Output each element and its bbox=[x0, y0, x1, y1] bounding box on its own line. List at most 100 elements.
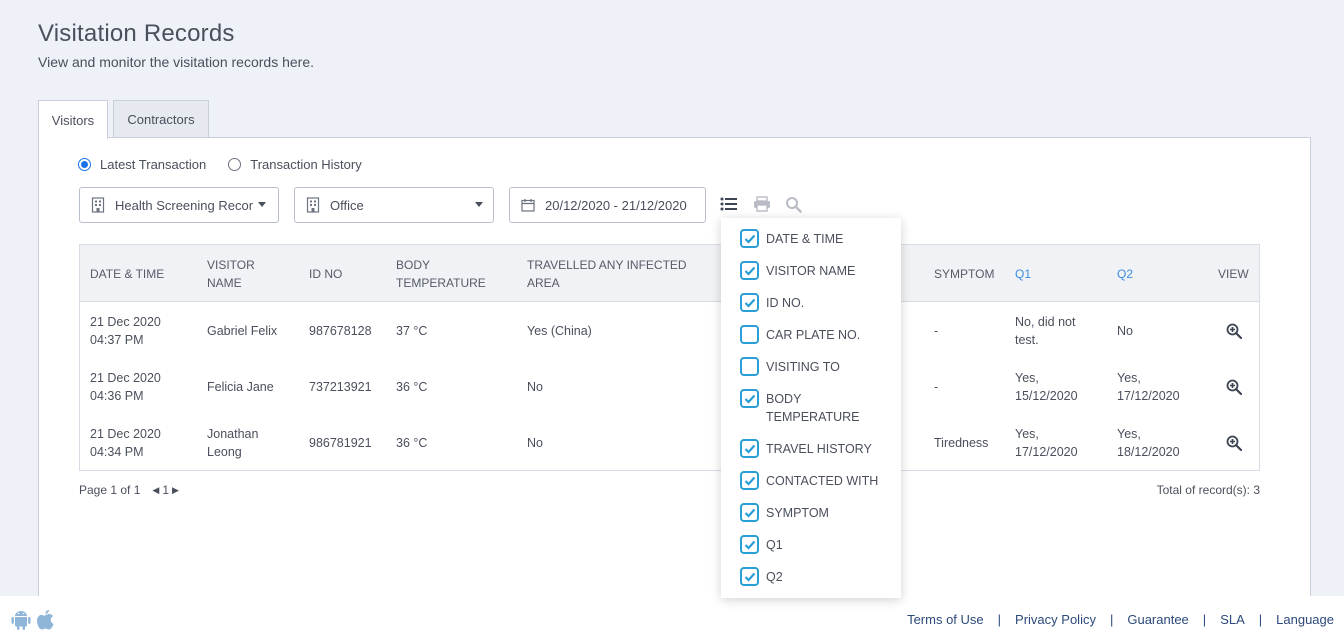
header-date-time: DATE & TIME bbox=[90, 267, 165, 281]
tab-visitors-label: Visitors bbox=[51, 112, 95, 128]
checkbox[interactable] bbox=[740, 357, 759, 376]
header-q2[interactable]: Q2 bbox=[1117, 265, 1133, 283]
header-q1[interactable]: Q1 bbox=[1015, 265, 1031, 283]
radio-transaction-history-label: Transaction History bbox=[250, 157, 362, 172]
row3-q2-line1: Yes, bbox=[1117, 427, 1141, 441]
row1-date: 21 Dec 2020 bbox=[90, 315, 161, 329]
next-page-icon[interactable]: ▶ bbox=[172, 485, 179, 496]
checkbox[interactable] bbox=[740, 471, 759, 490]
row3-temp: 36 °C bbox=[396, 436, 428, 450]
chevron-down-icon bbox=[258, 202, 266, 207]
pagination: Page 1 of 1 ◀ 1 ▶ bbox=[79, 483, 182, 497]
checkbox[interactable] bbox=[740, 503, 759, 522]
checkbox[interactable] bbox=[740, 567, 759, 586]
checkbox[interactable] bbox=[740, 439, 759, 458]
checkbox[interactable] bbox=[740, 389, 759, 408]
apple-icon[interactable] bbox=[35, 608, 55, 632]
row1-q1-line2: test. bbox=[1015, 333, 1039, 347]
row2-id: 737213921 bbox=[309, 380, 372, 394]
row3-q1-line2: 17/12/2020 bbox=[1015, 445, 1078, 459]
footer-separator: | bbox=[997, 612, 1002, 627]
zoom-in-icon[interactable] bbox=[1226, 379, 1242, 395]
column-option-label: TRAVEL HISTORY bbox=[766, 442, 872, 456]
radio-latest-transaction-circle[interactable] bbox=[78, 158, 91, 171]
list-icon[interactable] bbox=[720, 196, 738, 212]
column-option-label: CONTACTED WITH bbox=[766, 474, 879, 488]
footer-link-guarantee[interactable]: Guarantee bbox=[1127, 612, 1188, 627]
row3-id: 986781921 bbox=[309, 436, 372, 450]
row2-time: 04:36 PM bbox=[90, 389, 144, 403]
column-option-q2[interactable]: Q2 bbox=[740, 567, 881, 586]
table-header: DATE & TIME VISITOR NAME ID NO BODY TEMP… bbox=[80, 245, 1259, 302]
location-select[interactable]: Office bbox=[294, 187, 494, 223]
print-icon[interactable] bbox=[753, 196, 771, 212]
header-body-temperature-2: TEMPERATURE bbox=[396, 276, 486, 290]
row2-temp: 36 °C bbox=[396, 380, 428, 394]
location-select-value: Office bbox=[330, 197, 364, 213]
current-page[interactable]: 1 bbox=[162, 483, 169, 497]
column-option-visitor-name[interactable]: VISITOR NAME bbox=[740, 261, 881, 280]
footer-links: Terms of Use | Privacy Policy | Guarante… bbox=[907, 612, 1334, 627]
row2-name: Felicia Jane bbox=[207, 380, 274, 394]
android-icon[interactable] bbox=[11, 609, 31, 631]
header-body-temperature-1: BODY bbox=[396, 258, 431, 272]
row3-name-line2: Leong bbox=[207, 445, 242, 459]
prev-page-icon[interactable]: ◀ bbox=[152, 485, 159, 496]
column-option-date-time[interactable]: DATE & TIME bbox=[740, 229, 881, 248]
column-option-car-plate-no[interactable]: CAR PLATE NO. bbox=[740, 325, 881, 344]
record-type-select-value: Health Screening Recor bbox=[115, 197, 254, 213]
page-subtitle: View and monitor the visitation records … bbox=[38, 54, 314, 70]
footer-link-privacy-policy[interactable]: Privacy Policy bbox=[1015, 612, 1096, 627]
radio-transaction-history-circle[interactable] bbox=[228, 158, 242, 171]
row2-q1-line2: 15/12/2020 bbox=[1015, 389, 1078, 403]
tab-contractors[interactable]: Contractors bbox=[113, 100, 209, 138]
checkbox[interactable] bbox=[740, 261, 759, 280]
checkbox[interactable] bbox=[740, 229, 759, 248]
row2-date: 21 Dec 2020 bbox=[90, 371, 161, 385]
column-option-label: VISITOR NAME bbox=[766, 264, 856, 278]
search-icon[interactable] bbox=[785, 196, 802, 213]
row1-id: 987678128 bbox=[309, 324, 372, 338]
total-records: Total of record(s): 3 bbox=[1156, 483, 1260, 497]
zoom-in-icon[interactable] bbox=[1226, 435, 1242, 451]
date-range-picker[interactable]: 20/12/2020 - 21/12/2020 bbox=[509, 187, 706, 223]
row3-q2-line2: 18/12/2020 bbox=[1117, 445, 1180, 459]
column-option-symptom[interactable]: SYMPTOM bbox=[740, 503, 881, 522]
radio-latest-transaction[interactable]: Latest Transaction bbox=[78, 157, 206, 172]
column-option-travel-history[interactable]: TRAVEL HISTORY bbox=[740, 439, 881, 458]
column-option-id-no[interactable]: ID NO. bbox=[740, 293, 881, 312]
header-travelled-2: AREA bbox=[527, 276, 560, 290]
footer-link-sla[interactable]: SLA bbox=[1220, 612, 1245, 627]
zoom-in-icon[interactable] bbox=[1226, 323, 1242, 339]
column-option-contacted-with[interactable]: CONTACTED WITH bbox=[740, 471, 881, 490]
tab-visitors[interactable]: Visitors bbox=[38, 100, 108, 139]
column-option-q1[interactable]: Q1 bbox=[740, 535, 881, 554]
column-option-label: VISITING TO bbox=[766, 360, 840, 374]
footer-link-language[interactable]: Language bbox=[1276, 612, 1334, 627]
date-range-value: 20/12/2020 - 21/12/2020 bbox=[545, 197, 687, 213]
column-picker-dropdown: DATE & TIME VISITOR NAME ID NO. CAR PLAT… bbox=[721, 218, 901, 598]
building-icon bbox=[91, 197, 105, 213]
column-option-label: BODY TEMPERATURE bbox=[766, 392, 860, 424]
checkbox[interactable] bbox=[740, 535, 759, 554]
transaction-radio-group: Latest Transaction Transaction History bbox=[78, 157, 384, 172]
row3-time: 04:34 PM bbox=[90, 445, 144, 459]
column-option-label: DATE & TIME bbox=[766, 232, 844, 246]
app-store-icons bbox=[11, 608, 55, 632]
header-visitor-name-2: NAME bbox=[207, 276, 242, 290]
footer-separator: | bbox=[1109, 612, 1114, 627]
row3-travelled: No bbox=[527, 436, 543, 450]
checkbox[interactable] bbox=[740, 293, 759, 312]
row1-q1-line1: No, did not bbox=[1015, 315, 1076, 329]
header-travelled-1: TRAVELLED ANY INFECTED bbox=[527, 258, 687, 272]
row2-travelled: No bbox=[527, 380, 543, 394]
row1-travelled: Yes (China) bbox=[527, 324, 592, 338]
radio-transaction-history[interactable]: Transaction History bbox=[228, 157, 362, 172]
header-id-no: ID NO bbox=[309, 267, 343, 281]
column-option-visiting-to[interactable]: VISITING TO bbox=[740, 357, 881, 376]
footer-link-terms-of-use[interactable]: Terms of Use bbox=[907, 612, 984, 627]
record-type-select[interactable]: Health Screening Recor bbox=[79, 187, 279, 223]
checkbox[interactable] bbox=[740, 325, 759, 344]
chevron-down-icon bbox=[475, 202, 483, 207]
column-option-body-temperature[interactable]: BODY TEMPERATURE bbox=[740, 389, 861, 426]
